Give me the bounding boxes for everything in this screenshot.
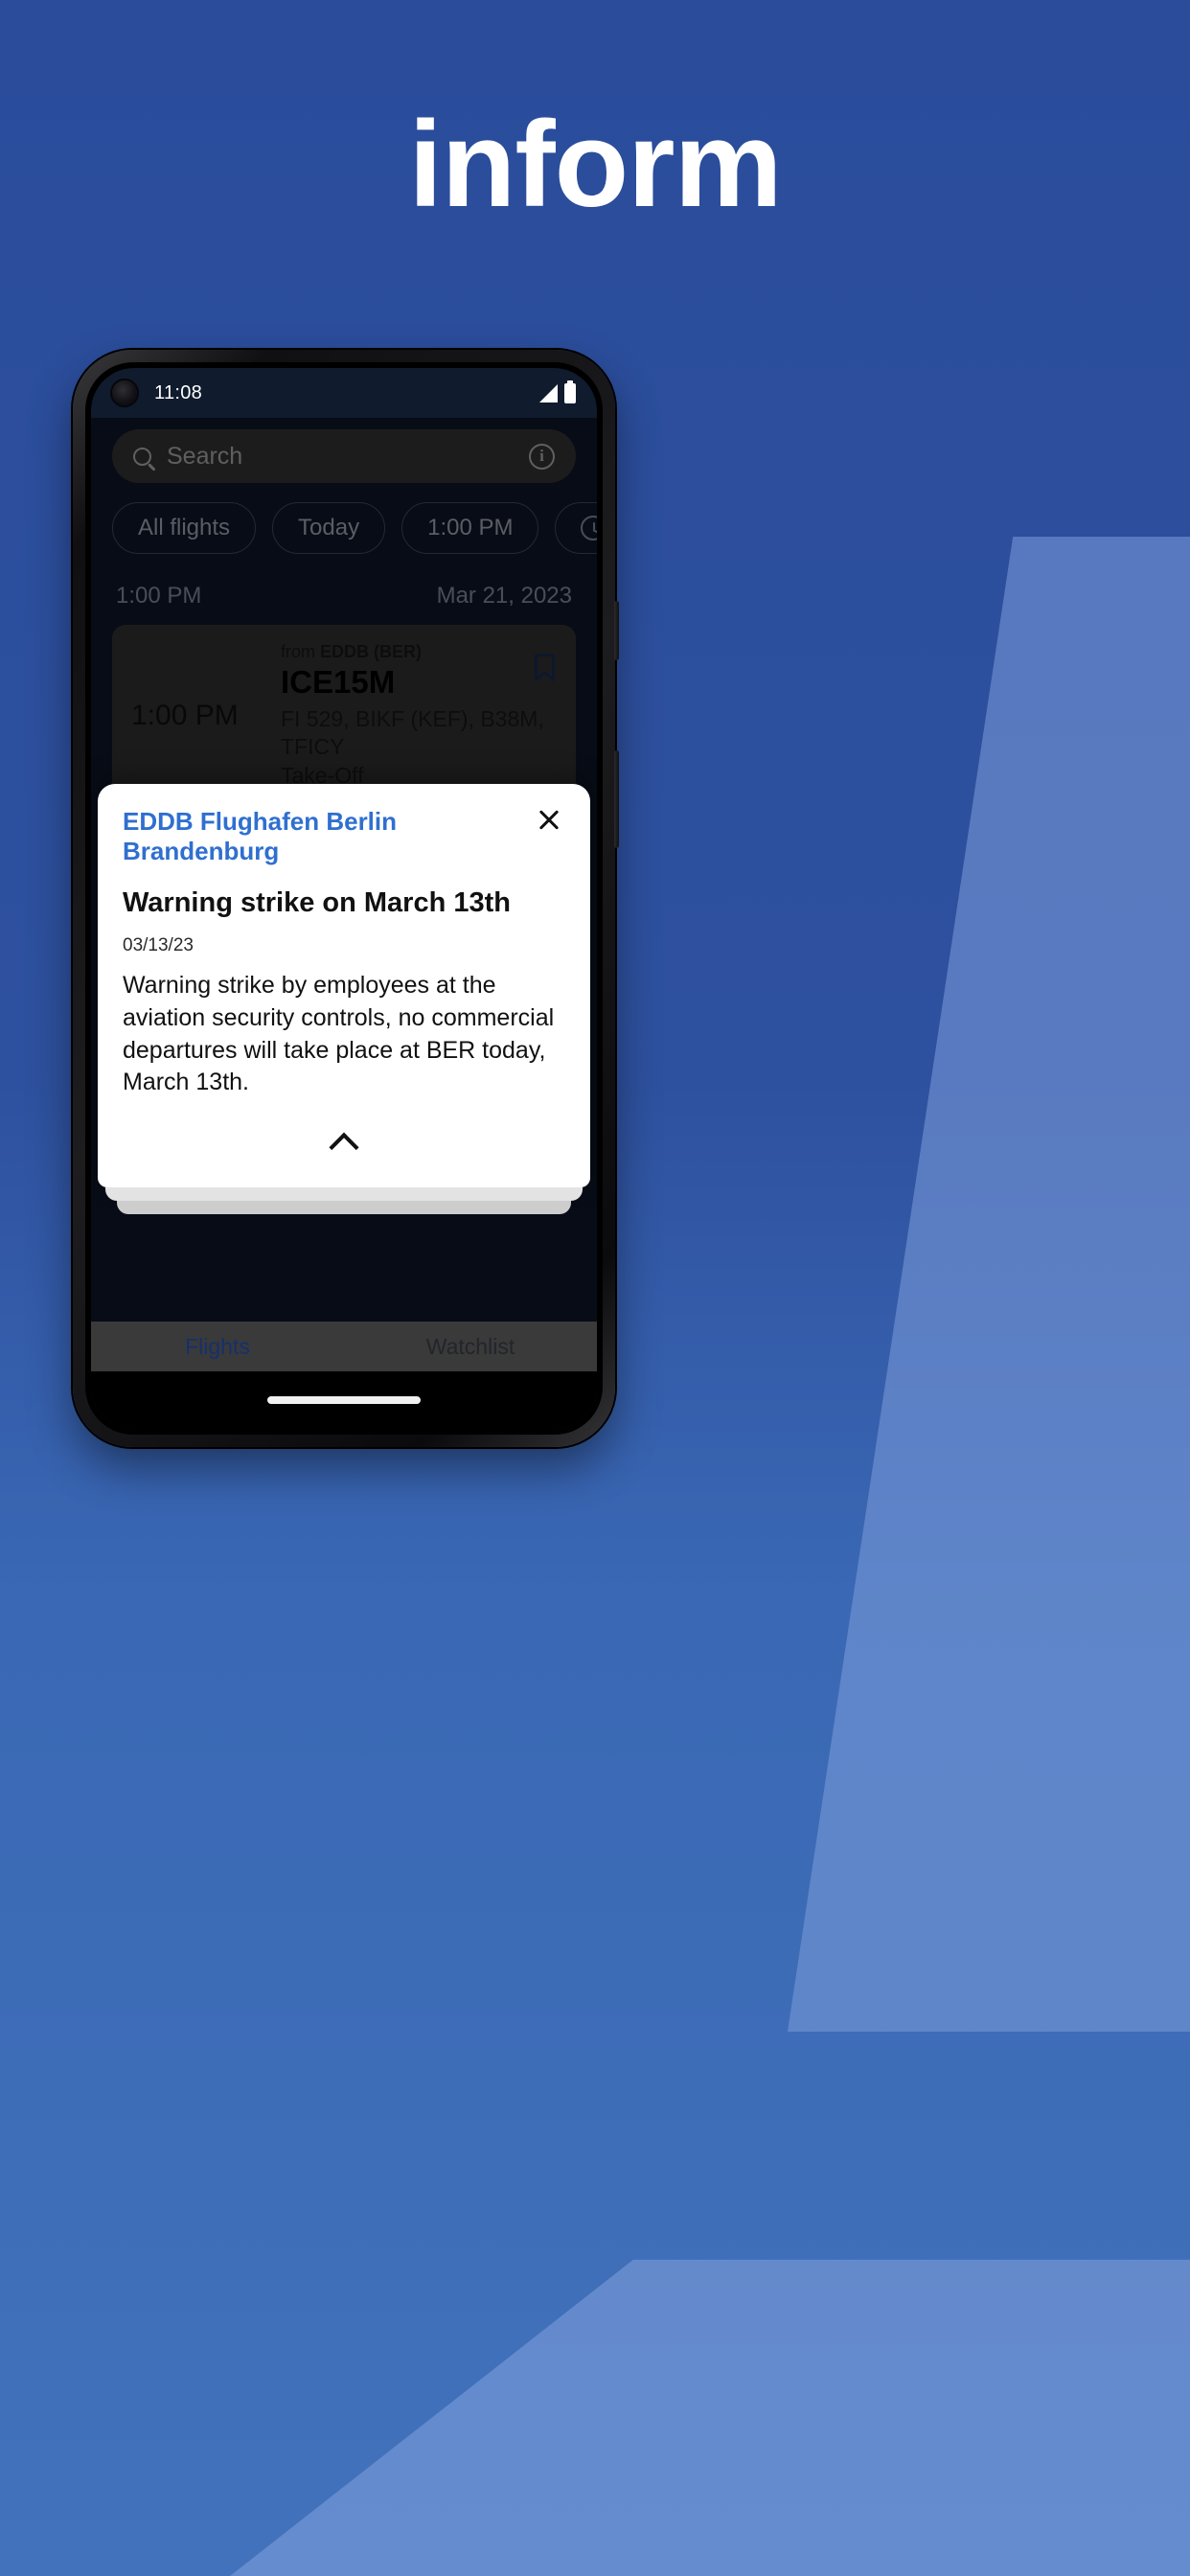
notice-date: 03/13/23 <box>123 935 194 955</box>
battery-icon <box>564 380 576 403</box>
flight-callsign: ICE15M <box>281 664 396 700</box>
bottom-navigation: Flights Watchlist <box>91 1322 597 1371</box>
bottom-sheet-container: EDDB Flughafen Berlin Brandenburg Warnin… <box>91 783 597 1214</box>
background-wedge-right <box>788 537 1190 2032</box>
phone-bezel: 11:08 Search i All flights Today 1:00 PM… <box>85 362 603 1435</box>
flight-time: 1:00 PM <box>131 700 239 732</box>
flight-origin-label: from <box>281 642 315 661</box>
notice-title: Warning strike on March 13th <box>123 887 511 919</box>
search-bar[interactable]: Search i <box>112 429 576 483</box>
filter-chip-label: 1:00 PM <box>427 515 514 540</box>
bottom-sheet-stack-layer-2 <box>117 1201 571 1214</box>
search-icon <box>133 447 151 466</box>
notice-airport-link[interactable]: EDDB Flughafen Berlin Brandenburg <box>123 807 523 866</box>
filter-chip-label: All flights <box>138 515 231 540</box>
flight-origin-airport: EDDB (BER) <box>320 642 423 661</box>
chevron-up-icon[interactable] <box>329 1132 359 1162</box>
phone-mockup: 11:08 Search i All flights Today 1:00 PM… <box>73 350 619 1447</box>
app-content: Search i All flights Today 1:00 PM 1:00 … <box>91 418 597 1322</box>
status-bar: 11:08 <box>91 368 597 418</box>
flight-details: FI 529, BIKF (KEF), B38M, TFICY <box>281 705 544 760</box>
flight-origin: from EDDB (BER) <box>281 642 559 662</box>
notice-bottom-sheet: EDDB Flughafen Berlin Brandenburg Warnin… <box>98 783 590 1187</box>
close-icon[interactable] <box>533 803 565 836</box>
page-title: inform <box>408 96 782 232</box>
home-indicator-area <box>91 1371 597 1429</box>
flight-info: from EDDB (BER) ICE15M FI 529, BIKF (KEF… <box>281 642 559 790</box>
phone-screen: 11:08 Search i All flights Today 1:00 PM… <box>91 368 597 1429</box>
home-indicator-bar[interactable] <box>267 1396 421 1404</box>
list-header: 1:00 PM Mar 21, 2023 <box>91 554 597 625</box>
signal-bars-icon <box>539 383 558 402</box>
search-input[interactable]: Search <box>167 443 514 471</box>
bookmark-icon[interactable] <box>535 654 555 681</box>
filter-chip-row: All flights Today 1:00 PM Lo <box>91 483 597 554</box>
filter-chip-local-time[interactable]: Lo <box>555 502 597 554</box>
background-wedge-bottom <box>230 2260 1190 2576</box>
filter-chip-time[interactable]: 1:00 PM <box>401 502 539 554</box>
bottom-sheet-header: EDDB Flughafen Berlin Brandenburg <box>123 807 565 866</box>
nav-item-watchlist[interactable]: Watchlist <box>344 1334 597 1360</box>
status-bar-clock: 11:08 <box>154 381 203 403</box>
status-bar-indicators <box>539 380 576 403</box>
clock-icon <box>581 516 597 540</box>
filter-chip-all-flights[interactable]: All flights <box>112 502 257 554</box>
bottom-sheet-stack-layer-1 <box>105 1187 583 1201</box>
list-header-time: 1:00 PM <box>116 583 202 609</box>
list-header-date: Mar 21, 2023 <box>436 583 572 609</box>
front-camera-punchhole-icon <box>112 380 137 405</box>
collapse-row[interactable] <box>123 1099 565 1187</box>
info-icon[interactable]: i <box>529 443 555 470</box>
notice-body: Warning strike by employees at the aviat… <box>123 972 555 1096</box>
filter-chip-today[interactable]: Today <box>272 502 386 554</box>
filter-chip-label: Today <box>298 515 360 540</box>
flight-list-item[interactable]: 1:00 PM from EDDB (BER) ICE15M FI 529, B… <box>112 625 576 808</box>
phone-side-button-bottom <box>614 750 619 848</box>
phone-side-button-top <box>614 601 619 660</box>
nav-item-flights[interactable]: Flights <box>91 1334 344 1360</box>
